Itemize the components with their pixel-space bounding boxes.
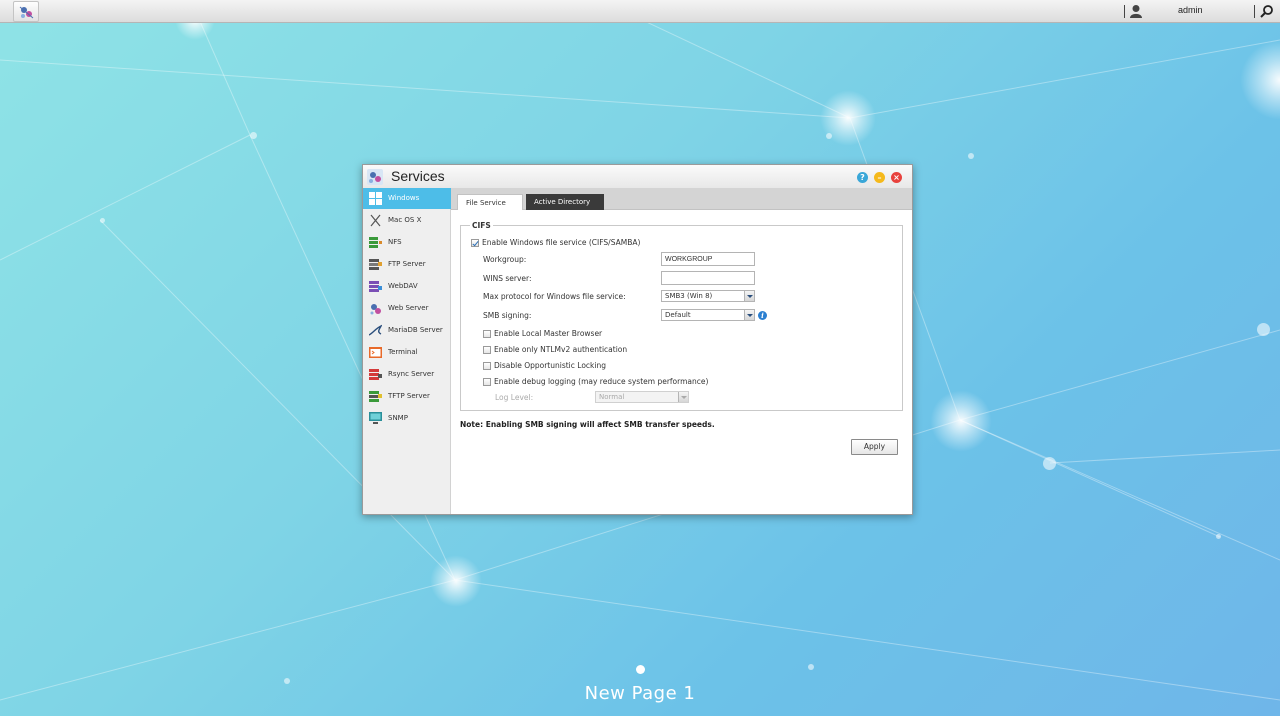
sidebar-item-label: Rsync Server: [388, 370, 435, 378]
max-protocol-value: SMB3 (Win 8): [665, 292, 713, 300]
desktop-glow: [930, 390, 992, 452]
close-icon: ×: [893, 173, 900, 182]
log-level-label: Log Level:: [495, 393, 534, 402]
page-indicator-dot[interactable]: [636, 665, 645, 674]
max-protocol-label: Max protocol for Windows file service:: [483, 292, 626, 301]
sidebar-item-label: TFTP Server: [388, 392, 430, 400]
smb-signing-value: Default: [665, 311, 691, 319]
sidebar-item-terminal[interactable]: Terminal: [363, 342, 451, 363]
main-menu-icon: [19, 6, 34, 19]
services-sidebar: Windows Mac OS X NFS FTP Server WebDAV W…: [363, 188, 451, 514]
sidebar-item-windows[interactable]: Windows: [363, 188, 451, 209]
sidebar-item-ftp-server[interactable]: FTP Server: [363, 254, 451, 275]
oplocks-checkbox[interactable]: [483, 362, 491, 370]
chevron-down-icon: [744, 310, 754, 320]
tftp-server-icon: [369, 391, 382, 402]
desktop-dot: [968, 153, 974, 159]
desktop-dot: [100, 218, 105, 223]
cifs-legend: CIFS: [470, 221, 493, 230]
close-button[interactable]: ×: [891, 172, 902, 183]
desktop-dot: [284, 678, 290, 684]
local-master-browser-label: Enable Local Master Browser: [494, 329, 603, 338]
local-master-browser-checkbox[interactable]: [483, 330, 491, 338]
workgroup-label: Workgroup:: [483, 255, 527, 264]
smb-signing-note: Note: Enabling SMB signing will affect S…: [460, 420, 715, 429]
web-server-icon: [370, 304, 381, 315]
search-icon[interactable]: [1260, 4, 1274, 18]
toolbar-separator: [1124, 5, 1125, 18]
sidebar-item-mac-os-x[interactable]: Mac OS X: [363, 210, 451, 231]
log-level-select[interactable]: Normal: [595, 391, 689, 403]
sidebar-item-web-server[interactable]: Web Server: [363, 298, 451, 319]
toolbar-separator: [1254, 5, 1255, 18]
services-app-icon: [367, 169, 383, 185]
desktop-page-label[interactable]: New Page 1: [540, 683, 740, 704]
tab-strip: File Service Active Directory: [451, 188, 912, 210]
wins-server-input[interactable]: [661, 271, 755, 285]
workgroup-input[interactable]: [661, 252, 755, 266]
webdav-icon: [369, 281, 382, 292]
sidebar-item-label: Mac OS X: [388, 216, 422, 224]
sidebar-item-label: SNMP: [388, 414, 408, 422]
ntlmv2-checkbox[interactable]: [483, 346, 491, 354]
rsync-server-icon: [369, 369, 382, 380]
ftp-server-icon: [369, 259, 382, 270]
help-button[interactable]: ?: [857, 172, 868, 183]
desktop-dot: [808, 664, 814, 670]
desktop-dot: [826, 133, 832, 139]
sidebar-item-mariadb-server[interactable]: MariaDB Server: [363, 320, 451, 341]
sidebar-item-label: MariaDB Server: [388, 326, 443, 334]
desktop-dot: [250, 132, 257, 139]
nfs-icon: [369, 237, 382, 248]
desktop-dot: [1043, 457, 1056, 470]
sidebar-item-snmp[interactable]: SNMP: [363, 408, 451, 429]
tab-active-directory[interactable]: Active Directory: [526, 194, 604, 210]
max-protocol-select[interactable]: SMB3 (Win 8): [661, 290, 755, 302]
top-bar: admin: [0, 0, 1280, 23]
sidebar-item-label: FTP Server: [388, 260, 426, 268]
oplocks-label: Disable Opportunistic Locking: [494, 361, 606, 370]
sidebar-item-label: Terminal: [388, 348, 418, 356]
sidebar-item-label: Windows: [388, 194, 420, 202]
services-window: Services ? – × Windows Mac OS X NFS FTP …: [362, 164, 913, 515]
sidebar-item-rsync-server[interactable]: Rsync Server: [363, 364, 451, 385]
wins-server-label: WINS server:: [483, 274, 532, 283]
desktop-glow: [430, 555, 482, 607]
main-menu-button[interactable]: [13, 1, 39, 22]
desktop-dot: [1216, 534, 1221, 539]
username-label[interactable]: admin: [1178, 5, 1203, 15]
chevron-down-icon: [678, 392, 688, 402]
window-titlebar[interactable]: Services ? – ×: [363, 165, 912, 188]
ntlmv2-label: Enable only NTLMv2 authentication: [494, 345, 628, 354]
debug-logging-checkbox[interactable]: [483, 378, 491, 386]
snmp-icon: [369, 412, 382, 424]
sidebar-item-label: WebDAV: [388, 282, 418, 290]
smb-signing-select[interactable]: Default: [661, 309, 755, 321]
sidebar-item-tftp-server[interactable]: TFTP Server: [363, 386, 451, 407]
sidebar-item-label: Web Server: [388, 304, 429, 312]
desktop-dot: [1257, 323, 1270, 336]
sidebar-item-webdav[interactable]: WebDAV: [363, 276, 451, 297]
enable-cifs-label: Enable Windows file service (CIFS/SAMBA): [482, 238, 641, 247]
services-content: File Service Active Directory CIFS Enabl…: [451, 188, 912, 514]
windows-icon: [369, 192, 382, 205]
smb-signing-label: SMB signing:: [483, 311, 532, 320]
window-title: Services: [391, 168, 445, 184]
debug-logging-label: Enable debug logging (may reduce system …: [494, 377, 709, 386]
minimize-button[interactable]: –: [874, 172, 885, 183]
sidebar-item-nfs[interactable]: NFS: [363, 232, 451, 253]
apply-button[interactable]: Apply: [851, 439, 898, 455]
chevron-down-icon: [744, 291, 754, 301]
tab-file-service[interactable]: File Service: [457, 194, 523, 210]
enable-cifs-checkbox[interactable]: [471, 239, 479, 247]
info-icon[interactable]: i: [758, 311, 767, 320]
terminal-icon: [369, 347, 382, 358]
user-icon[interactable]: [1129, 4, 1143, 18]
log-level-value: Normal: [599, 393, 625, 401]
mac-os-x-icon: [370, 214, 381, 227]
mariadb-server-icon: [369, 324, 382, 336]
help-icon: ?: [860, 173, 865, 182]
sidebar-item-label: NFS: [388, 238, 402, 246]
minimize-icon: –: [877, 173, 882, 182]
